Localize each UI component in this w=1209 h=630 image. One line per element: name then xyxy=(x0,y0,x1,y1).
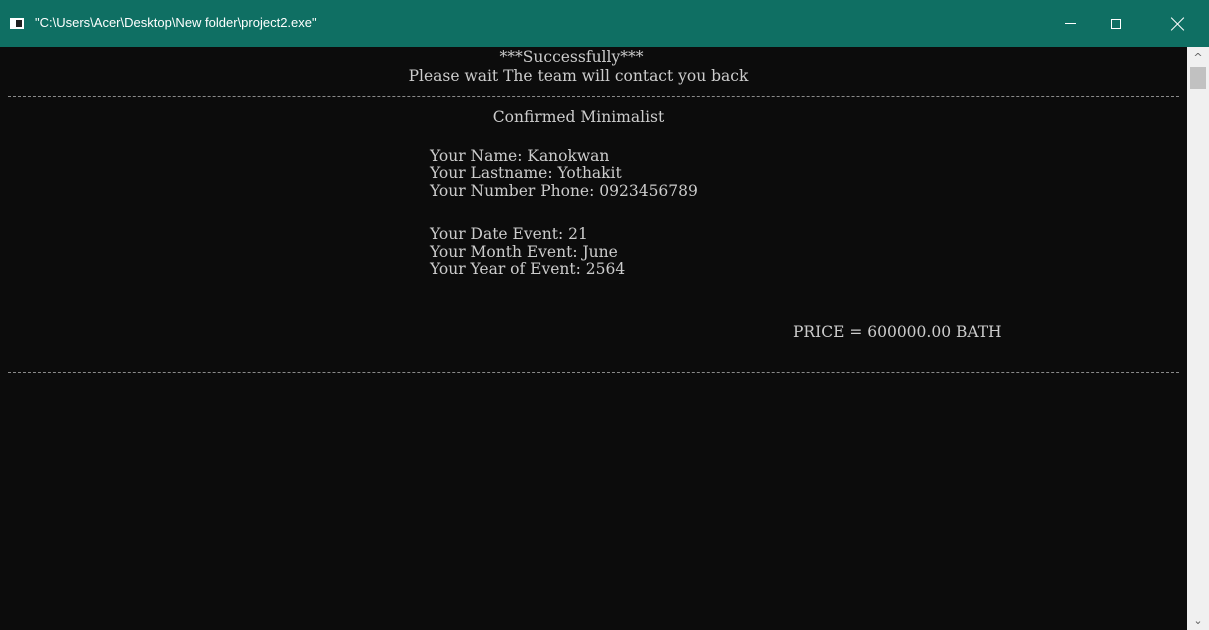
maximize-button[interactable] xyxy=(1093,0,1139,47)
close-button[interactable] xyxy=(1155,0,1201,47)
customer-phone: Your Number Phone: 0923456789 xyxy=(430,182,698,200)
customer-lastname: Your Lastname: Yothakit xyxy=(430,164,622,182)
console-window: "C:\Users\Acer\Desktop\New folder\projec… xyxy=(0,0,1209,630)
total-price: PRICE = 600000.00 BATH xyxy=(793,323,1002,341)
scrollbar-thumb[interactable] xyxy=(1190,67,1206,89)
scroll-down-button[interactable]: ⌄ xyxy=(1187,610,1209,630)
bottom-divider xyxy=(8,372,1179,373)
vertical-scrollbar[interactable]: ^ ⌄ xyxy=(1187,47,1209,630)
wait-message: Please wait The team will contact you ba… xyxy=(408,67,749,85)
console-output[interactable]: ***Successfully*** Please wait The team … xyxy=(0,47,1187,630)
console-app-icon xyxy=(10,18,24,29)
chevron-down-icon: ⌄ xyxy=(1193,613,1203,627)
chevron-up-icon: ^ xyxy=(1193,50,1203,64)
window-titlebar[interactable]: "C:\Users\Acer\Desktop\New folder\projec… xyxy=(0,0,1209,47)
window-title: "C:\Users\Acer\Desktop\New folder\projec… xyxy=(35,15,317,30)
minimize-button[interactable] xyxy=(1047,0,1093,47)
scroll-up-button[interactable]: ^ xyxy=(1187,47,1209,67)
success-heading: ***Successfully*** xyxy=(499,48,644,66)
close-icon xyxy=(1171,17,1185,31)
confirmed-package: Confirmed Minimalist xyxy=(492,108,665,126)
top-divider xyxy=(8,96,1179,97)
maximize-icon xyxy=(1111,18,1121,29)
event-year: Your Year of Event: 2564 xyxy=(430,260,626,278)
event-date: Your Date Event: 21 xyxy=(430,225,588,243)
minimize-icon xyxy=(1064,23,1076,24)
